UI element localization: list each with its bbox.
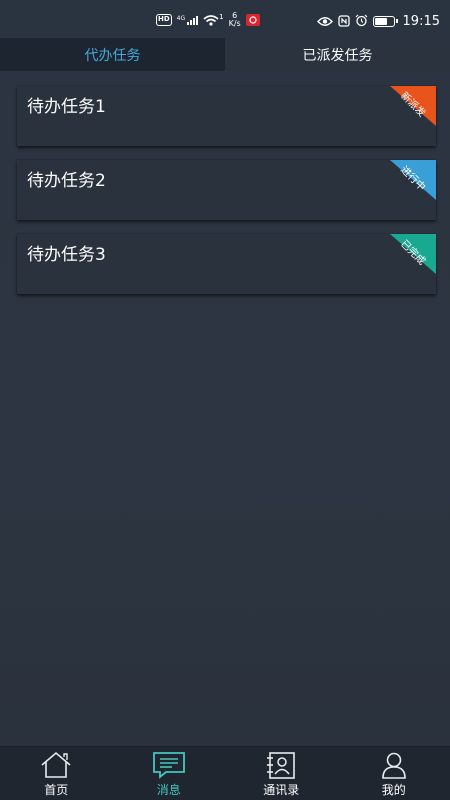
nav-messages[interactable]: 消息 [113, 747, 226, 800]
nav-label: 我的 [381, 783, 406, 797]
battery-level [374, 18, 388, 25]
hd-icon: HD [156, 14, 172, 26]
task-card[interactable]: 待办任务2 进行中 [17, 160, 436, 220]
status-badge: 已完成 [390, 234, 436, 274]
wifi-icon: 1 [203, 12, 224, 27]
network-speed: 6 K/s [229, 12, 241, 28]
tab-dispatched-tasks[interactable]: 已派发任务 [225, 38, 450, 71]
status-badge: 进行中 [390, 160, 436, 200]
nfc-icon [337, 12, 350, 31]
app-notification-icon [245, 14, 260, 26]
home-icon [39, 750, 73, 780]
task-title: 待办任务1 [27, 97, 106, 117]
profile-icon [377, 750, 411, 780]
eye-icon [316, 12, 333, 31]
signal-icon: 4G [176, 14, 199, 25]
network-speed-unit: K/s [228, 19, 241, 28]
nav-label: 消息 [156, 783, 181, 797]
nav-label: 通讯录 [263, 783, 300, 797]
wifi-superscript: 1 [219, 12, 224, 21]
clock: 19:15 [402, 14, 440, 29]
battery-icon [372, 16, 398, 27]
tab-pending-tasks[interactable]: 代办任务 [0, 38, 225, 71]
nav-label: 首页 [44, 783, 69, 797]
task-tabs: 代办任务 已派发任务 [0, 38, 450, 71]
status-right: 19:15 [316, 12, 440, 31]
task-title: 待办任务2 [27, 171, 106, 191]
task-list: 待办任务1 新派发 待办任务2 进行中 待办任务3 已完成 [17, 86, 436, 308]
status-left: HD 4G 1 6 K/s [156, 12, 260, 28]
message-icon [152, 750, 186, 780]
task-title: 待办任务3 [27, 245, 106, 265]
nav-contacts[interactable]: 通讯录 [225, 747, 338, 800]
network-type-label: 4G [176, 14, 186, 22]
alarm-icon [355, 12, 368, 31]
task-card[interactable]: 待办任务3 已完成 [17, 234, 436, 294]
bottom-nav: 首页 消息 通讯录 我的 [0, 746, 450, 800]
contacts-icon [264, 750, 298, 780]
nav-home[interactable]: 首页 [0, 747, 113, 800]
status-bar: HD 4G 1 6 K/s 19:15 [0, 0, 450, 38]
nav-profile[interactable]: 我的 [338, 747, 450, 800]
task-card[interactable]: 待办任务1 新派发 [17, 86, 436, 146]
app-screen: HD 4G 1 6 K/s 19:15 代办任务 已派发任务 待办任务1 新派发… [0, 0, 450, 800]
status-badge: 新派发 [390, 86, 436, 126]
